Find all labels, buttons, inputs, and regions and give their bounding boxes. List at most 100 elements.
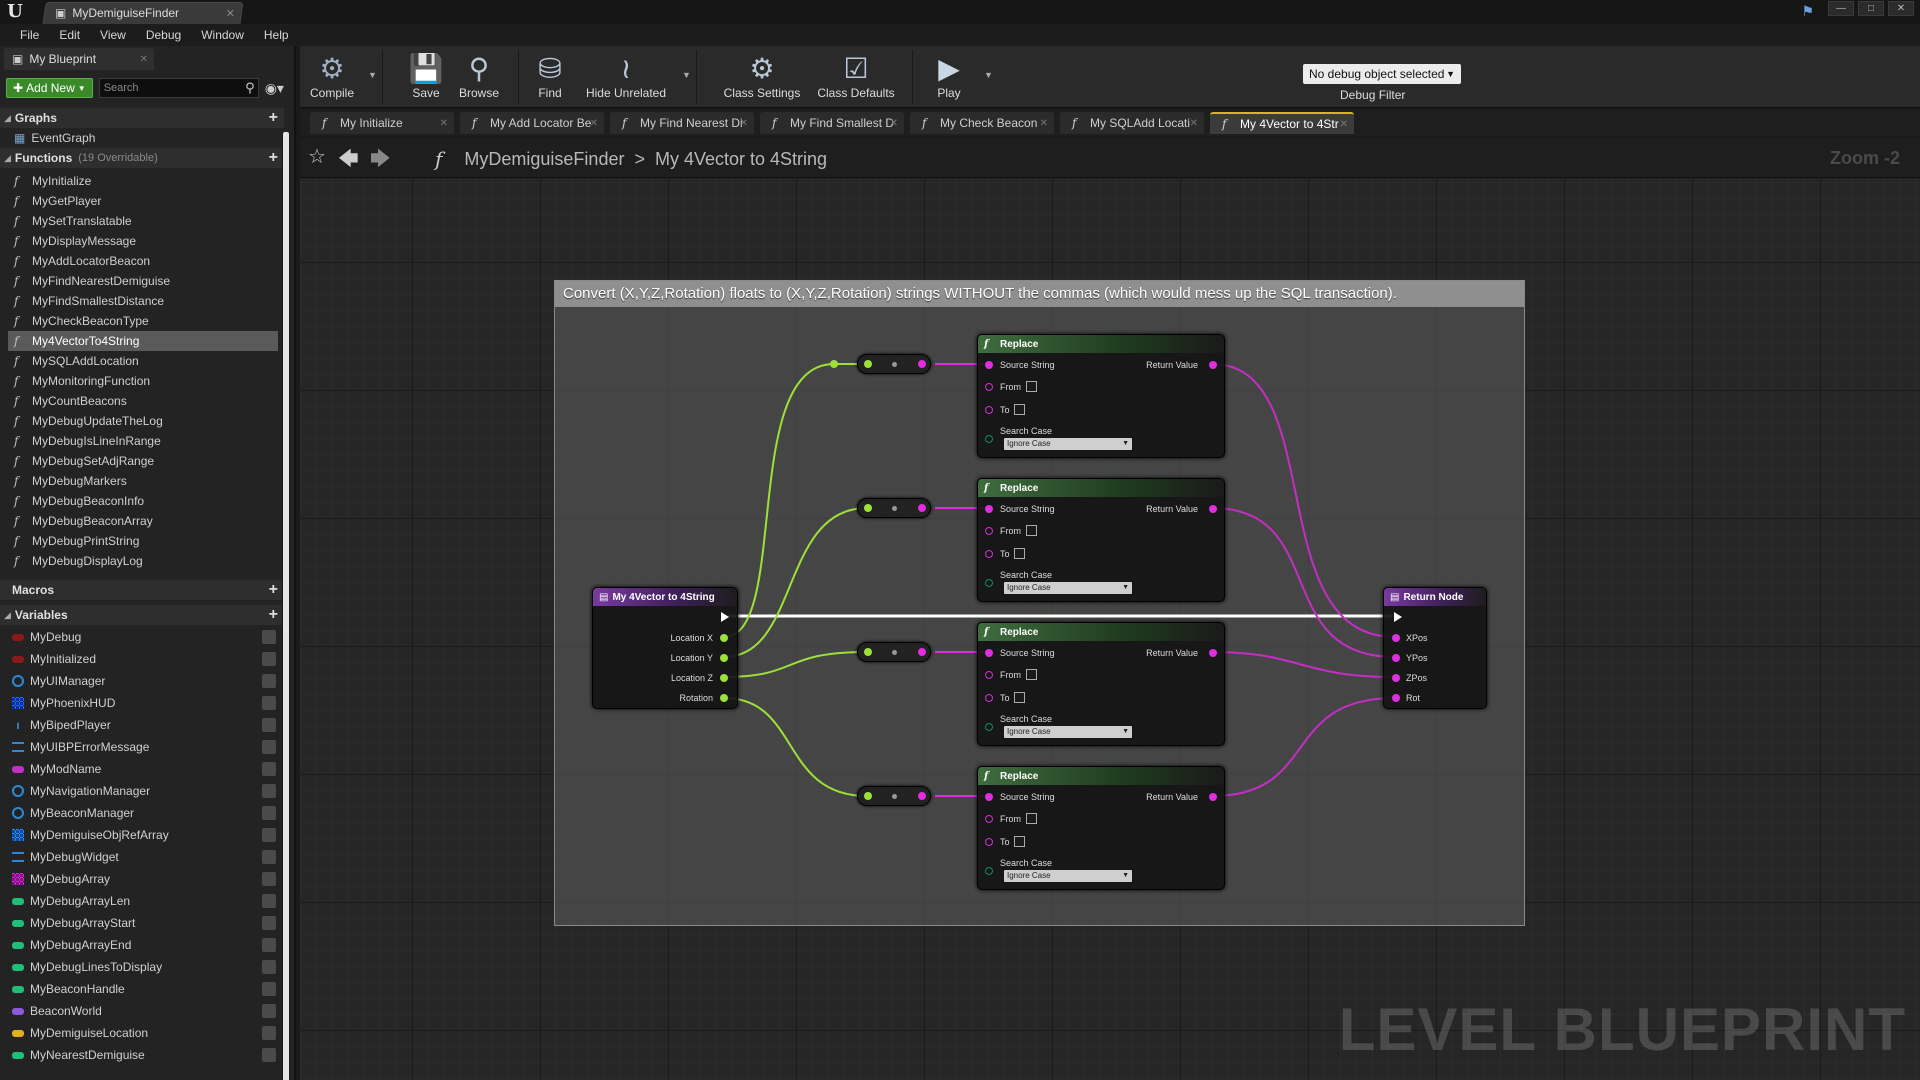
location-x-pin[interactable] bbox=[720, 634, 728, 642]
location-z-pin[interactable] bbox=[720, 674, 728, 682]
function-entry-node[interactable]: ▤ My 4Vector to 4String Location X Locat… bbox=[592, 587, 738, 709]
ypos-pin[interactable] bbox=[1392, 654, 1400, 662]
location-y-label: Location Y bbox=[670, 653, 713, 663]
return-value-pin[interactable] bbox=[1209, 793, 1217, 801]
search-case-select[interactable]: Ignore Case ▼ bbox=[1004, 726, 1132, 738]
from-label: From bbox=[1000, 382, 1021, 392]
search-case-pin[interactable] bbox=[985, 435, 993, 443]
from-label: From bbox=[1000, 814, 1021, 824]
replace-node-title: Replace bbox=[1000, 482, 1039, 494]
to-pin[interactable] bbox=[985, 838, 993, 846]
string-output-pin[interactable] bbox=[918, 792, 926, 800]
rot-label: Rot bbox=[1406, 693, 1421, 703]
from-pin[interactable] bbox=[985, 671, 993, 679]
replace-node[interactable]: f Replace Source String Return Value From To S… bbox=[977, 766, 1225, 890]
from-pin[interactable] bbox=[985, 527, 993, 535]
float-wire-rot[interactable] bbox=[723, 697, 868, 797]
search-case-label: Search Case bbox=[1000, 426, 1053, 436]
rot-pin[interactable] bbox=[1392, 694, 1400, 702]
search-case-label: Search Case bbox=[1000, 570, 1053, 580]
source-string-label: Source String bbox=[1000, 648, 1055, 658]
source-string-label: Source String bbox=[1000, 504, 1055, 514]
rotation-pin[interactable] bbox=[720, 694, 728, 702]
float-input-pin[interactable] bbox=[864, 360, 872, 368]
float-input-pin[interactable] bbox=[864, 792, 872, 800]
search-case-select[interactable]: Ignore Case ▼ bbox=[1004, 582, 1132, 594]
replace-node-header: f Replace bbox=[978, 767, 1224, 785]
replace-node[interactable]: f Replace Source String Return Value From To S… bbox=[977, 478, 1225, 602]
from-input-box[interactable] bbox=[1026, 381, 1037, 392]
search-case-select[interactable]: Ignore Case ▼ bbox=[1004, 870, 1132, 882]
chevron-down-icon: ▼ bbox=[1122, 728, 1129, 735]
source-string-pin[interactable] bbox=[985, 361, 993, 369]
entry-node-header: ▤ My 4Vector to 4String bbox=[593, 588, 737, 606]
float-to-string-conversion-node[interactable] bbox=[857, 786, 931, 806]
float-wire-y[interactable] bbox=[723, 507, 868, 658]
reroute-knot[interactable] bbox=[830, 360, 838, 368]
float-to-string-conversion-node[interactable] bbox=[857, 498, 931, 518]
search-case-pin[interactable] bbox=[985, 579, 993, 587]
replace-node-header: f Replace bbox=[978, 335, 1224, 353]
search-case-label: Search Case bbox=[1000, 714, 1053, 724]
search-case-pin[interactable] bbox=[985, 867, 993, 875]
conversion-dot bbox=[892, 650, 897, 655]
float-wire-z[interactable] bbox=[723, 651, 868, 678]
return-wire-x[interactable] bbox=[1211, 363, 1396, 638]
float-wire-x[interactable] bbox=[723, 363, 835, 638]
conversion-dot bbox=[892, 506, 897, 511]
from-input-box[interactable] bbox=[1026, 813, 1037, 824]
source-string-label: Source String bbox=[1000, 360, 1055, 370]
source-string-label: Source String bbox=[1000, 792, 1055, 802]
replace-node-header: f Replace bbox=[978, 479, 1224, 497]
return-node[interactable]: ▤ Return Node XPos YPos ZPos Rot bbox=[1383, 587, 1487, 709]
source-string-pin[interactable] bbox=[985, 649, 993, 657]
return-value-pin[interactable] bbox=[1209, 649, 1217, 657]
to-input-box[interactable] bbox=[1014, 548, 1025, 559]
search-case-pin[interactable] bbox=[985, 723, 993, 731]
from-input-box[interactable] bbox=[1026, 525, 1037, 536]
to-pin[interactable] bbox=[985, 406, 993, 414]
to-pin[interactable] bbox=[985, 694, 993, 702]
return-node-icon: ▤ bbox=[1390, 591, 1400, 603]
from-label: From bbox=[1000, 670, 1021, 680]
ypos-label: YPos bbox=[1406, 653, 1428, 663]
xpos-pin[interactable] bbox=[1392, 634, 1400, 642]
float-input-pin[interactable] bbox=[864, 504, 872, 512]
from-input-box[interactable] bbox=[1026, 669, 1037, 680]
chevron-down-icon: ▼ bbox=[1122, 440, 1129, 447]
location-y-pin[interactable] bbox=[720, 654, 728, 662]
string-output-pin[interactable] bbox=[918, 504, 926, 512]
search-case-value: Ignore Case bbox=[1007, 727, 1051, 736]
to-input-box[interactable] bbox=[1014, 692, 1025, 703]
string-output-pin[interactable] bbox=[918, 648, 926, 656]
from-pin[interactable] bbox=[985, 383, 993, 391]
function-icon: f bbox=[984, 770, 989, 782]
source-string-pin[interactable] bbox=[985, 793, 993, 801]
float-to-string-conversion-node[interactable] bbox=[857, 642, 931, 662]
from-pin[interactable] bbox=[985, 815, 993, 823]
function-icon: f bbox=[984, 626, 989, 638]
float-to-string-conversion-node[interactable] bbox=[857, 354, 931, 374]
xpos-label: XPos bbox=[1406, 633, 1428, 643]
conversion-dot bbox=[892, 794, 897, 799]
to-pin[interactable] bbox=[985, 550, 993, 558]
to-input-box[interactable] bbox=[1014, 836, 1025, 847]
zpos-pin[interactable] bbox=[1392, 674, 1400, 682]
search-case-label: Search Case bbox=[1000, 858, 1053, 868]
float-input-pin[interactable] bbox=[864, 648, 872, 656]
replace-node-title: Replace bbox=[1000, 770, 1039, 782]
exec-input-pin[interactable] bbox=[1394, 612, 1402, 622]
return-value-pin[interactable] bbox=[1209, 361, 1217, 369]
search-case-value: Ignore Case bbox=[1007, 583, 1051, 592]
function-icon: f bbox=[984, 338, 989, 350]
string-output-pin[interactable] bbox=[918, 360, 926, 368]
to-input-box[interactable] bbox=[1014, 404, 1025, 415]
return-wire-z[interactable] bbox=[1211, 651, 1396, 678]
exec-output-pin[interactable] bbox=[721, 612, 729, 622]
return-value-pin[interactable] bbox=[1209, 505, 1217, 513]
replace-node[interactable]: f Replace Source String Return Value From To S… bbox=[977, 334, 1225, 458]
replace-node[interactable]: f Replace Source String Return Value From To S… bbox=[977, 622, 1225, 746]
search-case-select[interactable]: Ignore Case ▼ bbox=[1004, 438, 1132, 450]
return-wire-rot[interactable] bbox=[1211, 697, 1396, 797]
source-string-pin[interactable] bbox=[985, 505, 993, 513]
